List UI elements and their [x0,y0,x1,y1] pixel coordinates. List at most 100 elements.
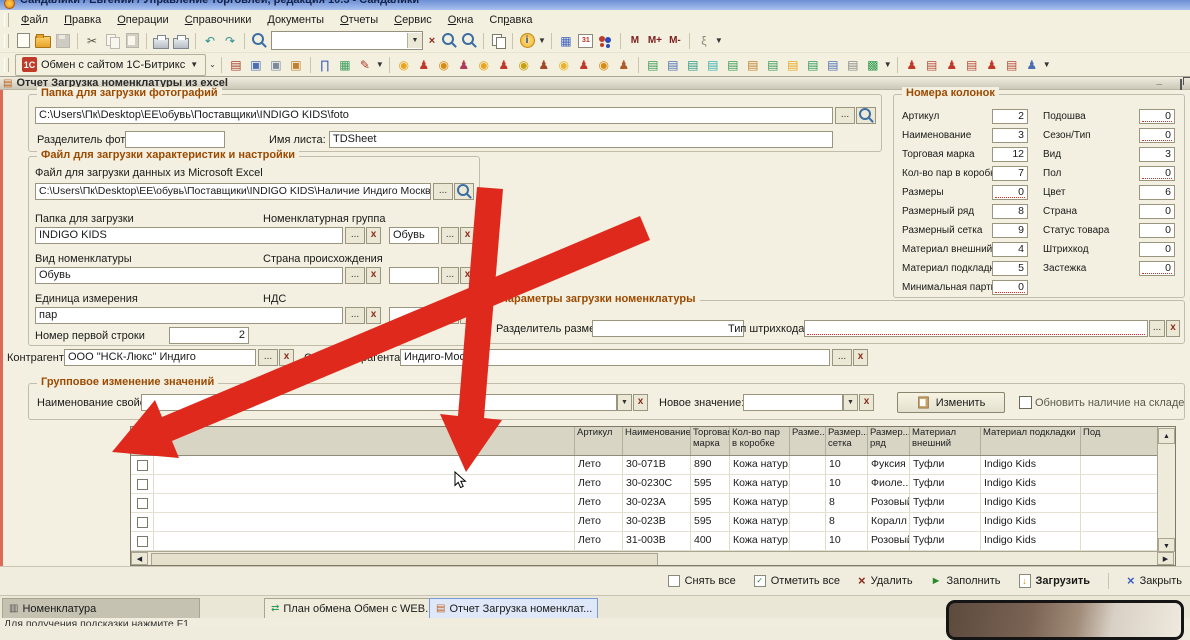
combo-clear-icon[interactable]: × [425,32,439,49]
menu-item-сервис[interactable]: Сервис [386,13,440,27]
scroll-up-icon[interactable]: ▲ [1158,428,1175,444]
column-number-field[interactable]: 0 [992,185,1028,200]
table-row[interactable]: Лето30-0230C595Кожа натур...10Фиоле...Ту… [131,475,1175,494]
purchases-icon[interactable]: ♟ [415,56,433,74]
row-checkbox[interactable] [137,479,148,490]
dropdown-chevron-icon[interactable]: ▼ [715,36,723,45]
country-browse-button[interactable]: ... [441,267,459,284]
dropdown-chevron-icon[interactable]: ▼ [538,36,546,45]
sheet-name-field[interactable]: TDSheet [329,131,833,148]
first-row-field[interactable]: 2 [169,327,249,344]
price-table-icon[interactable]: ▦ [336,56,354,74]
table-header-0[interactable]: И... [131,427,154,455]
doc-outgoing-icon[interactable]: ▤ [664,56,682,74]
column-number-field[interactable]: 0 [1139,128,1175,143]
doc-add-icon[interactable]: ▤ [724,56,742,74]
country-field[interactable] [389,267,439,284]
new-value-combo[interactable] [743,394,843,411]
column-number-field[interactable]: 9 [992,223,1028,238]
delete-button[interactable]: ×Удалить [858,573,913,588]
photos-path-open-button[interactable] [856,107,876,124]
window-tab-0[interactable]: ▥Номенклатура [2,598,200,619]
doc-refresh-icon[interactable]: ▤ [704,56,722,74]
fill-button[interactable]: ►Заполнить [931,575,1001,587]
load-folder-field[interactable]: INDIGO KIDS [35,227,343,244]
menu-item-справочники[interactable]: Справочники [177,13,260,27]
counterparty-clear-button[interactable]: x [279,349,294,366]
update-stock-checkbox[interactable] [1019,396,1032,409]
unit-field[interactable]: пар [35,307,343,324]
vat-clear-button[interactable]: x [460,307,475,324]
cut-icon[interactable]: ✂ [83,32,101,50]
table-header-9[interactable]: Материал внешний [910,427,981,455]
property-dropdown-icon[interactable]: ▼ [617,394,632,411]
scroll-left-icon[interactable]: ◀ [131,552,148,565]
module-green-icon[interactable]: ▩ [864,56,882,74]
nom-kind-field[interactable]: Обувь [35,267,343,284]
table-header-8[interactable]: Размер... ряд [868,427,910,455]
edit-prices-icon[interactable]: ✎ [356,56,374,74]
site-upload-icon[interactable]: ♟ [903,56,921,74]
print-tags-icon[interactable]: ▣ [287,56,305,74]
info-icon[interactable]: i [518,32,536,50]
table-header-4[interactable]: Торговая марка [691,427,730,455]
undo-icon[interactable]: ↶ [201,32,219,50]
row-checkbox[interactable] [137,498,148,509]
menu-item-документы[interactable]: Документы [259,13,332,27]
menu-item-справка[interactable]: Справка [481,13,540,27]
site-users-icon[interactable]: ♟ [943,56,961,74]
doc-approve-icon[interactable]: ▤ [764,56,782,74]
site-orders-icon[interactable]: ▤ [963,56,981,74]
column-number-field[interactable]: 2 [992,109,1028,124]
print-labels-icon[interactable]: ▣ [267,56,285,74]
doc-copy-icon[interactable]: ▤ [844,56,862,74]
doc-coins-icon[interactable]: ▤ [784,56,802,74]
memory-m-plus-icon[interactable]: M+ [646,32,664,50]
load-folder-clear-button[interactable]: x [366,227,381,244]
excel-file-browse-button[interactable]: ... [433,183,453,200]
memory-m-icon[interactable]: M [626,32,644,50]
scroll-right-icon[interactable]: ▶ [1157,552,1174,565]
column-number-field[interactable]: 0 [1139,109,1175,124]
find-next-icon[interactable] [440,32,458,50]
close-button[interactable]: ×Закрыть [1127,573,1182,588]
menu-item-отчеты[interactable]: Отчеты [332,13,386,27]
window-tab-1[interactable]: ⇄План обмена Обмен с WEB... [264,598,440,619]
goods-icon[interactable]: ∏ [316,56,334,74]
barcode-type-field[interactable] [804,320,1148,337]
site-stock-icon[interactable]: ▤ [1003,56,1021,74]
address-book-icon[interactable]: ▤ [227,56,245,74]
column-number-field[interactable]: 3 [992,128,1028,143]
commissions-icon[interactable]: ◉ [555,56,573,74]
table-header-5[interactable]: Кол-во пар в коробке [730,427,790,455]
change-button[interactable]: Изменить [897,392,1005,413]
property-name-combo[interactable] [141,394,617,411]
nom-kind-clear-button[interactable]: x [366,267,381,284]
doc-incoming-icon[interactable]: ▤ [644,56,662,74]
nom-group-clear-button[interactable]: x [460,227,475,244]
doc-writeoff-icon[interactable]: ▤ [744,56,762,74]
warehouse-field[interactable]: Индиго-Москва [400,349,830,366]
nom-group-field[interactable]: Обувь [389,227,439,244]
uncheck-all-button[interactable]: Снять все [668,575,736,587]
table-row[interactable]: Лето30-023A595Кожа натур...8РозовыйТуфли… [131,494,1175,513]
print-icon[interactable] [152,32,170,50]
window-tab-2[interactable]: ▤Отчет Загрузка номенклат... [429,598,598,619]
bitrix-exchange-button[interactable]: 1СОбмен с сайтом 1С-Битрикс▼ [15,54,206,76]
load-folder-browse-button[interactable]: ... [345,227,365,244]
find-icon[interactable] [250,32,268,50]
unit-browse-button[interactable]: ... [345,307,365,324]
table-header-1[interactable]: Фото [154,427,575,455]
salary-icon[interactable]: ♟ [575,56,593,74]
toolbar2-grip[interactable] [4,58,9,72]
cash-icon[interactable]: ♟ [455,56,473,74]
vertical-scrollbar[interactable]: ▲ ▼ [1157,427,1175,555]
print-preview-icon[interactable] [172,32,190,50]
toolbar-more-icon[interactable]: ⌄ [209,60,216,69]
menu-item-правка[interactable]: Правка [56,13,109,27]
redo-icon[interactable]: ↷ [221,32,239,50]
table-row[interactable]: Лето30-071B890Кожа натур...10ФуксияТуфли… [131,456,1175,475]
table-header-2[interactable]: Артикул [575,427,623,455]
sales-icon[interactable]: ◉ [435,56,453,74]
debts-icon[interactable]: ♟ [495,56,513,74]
